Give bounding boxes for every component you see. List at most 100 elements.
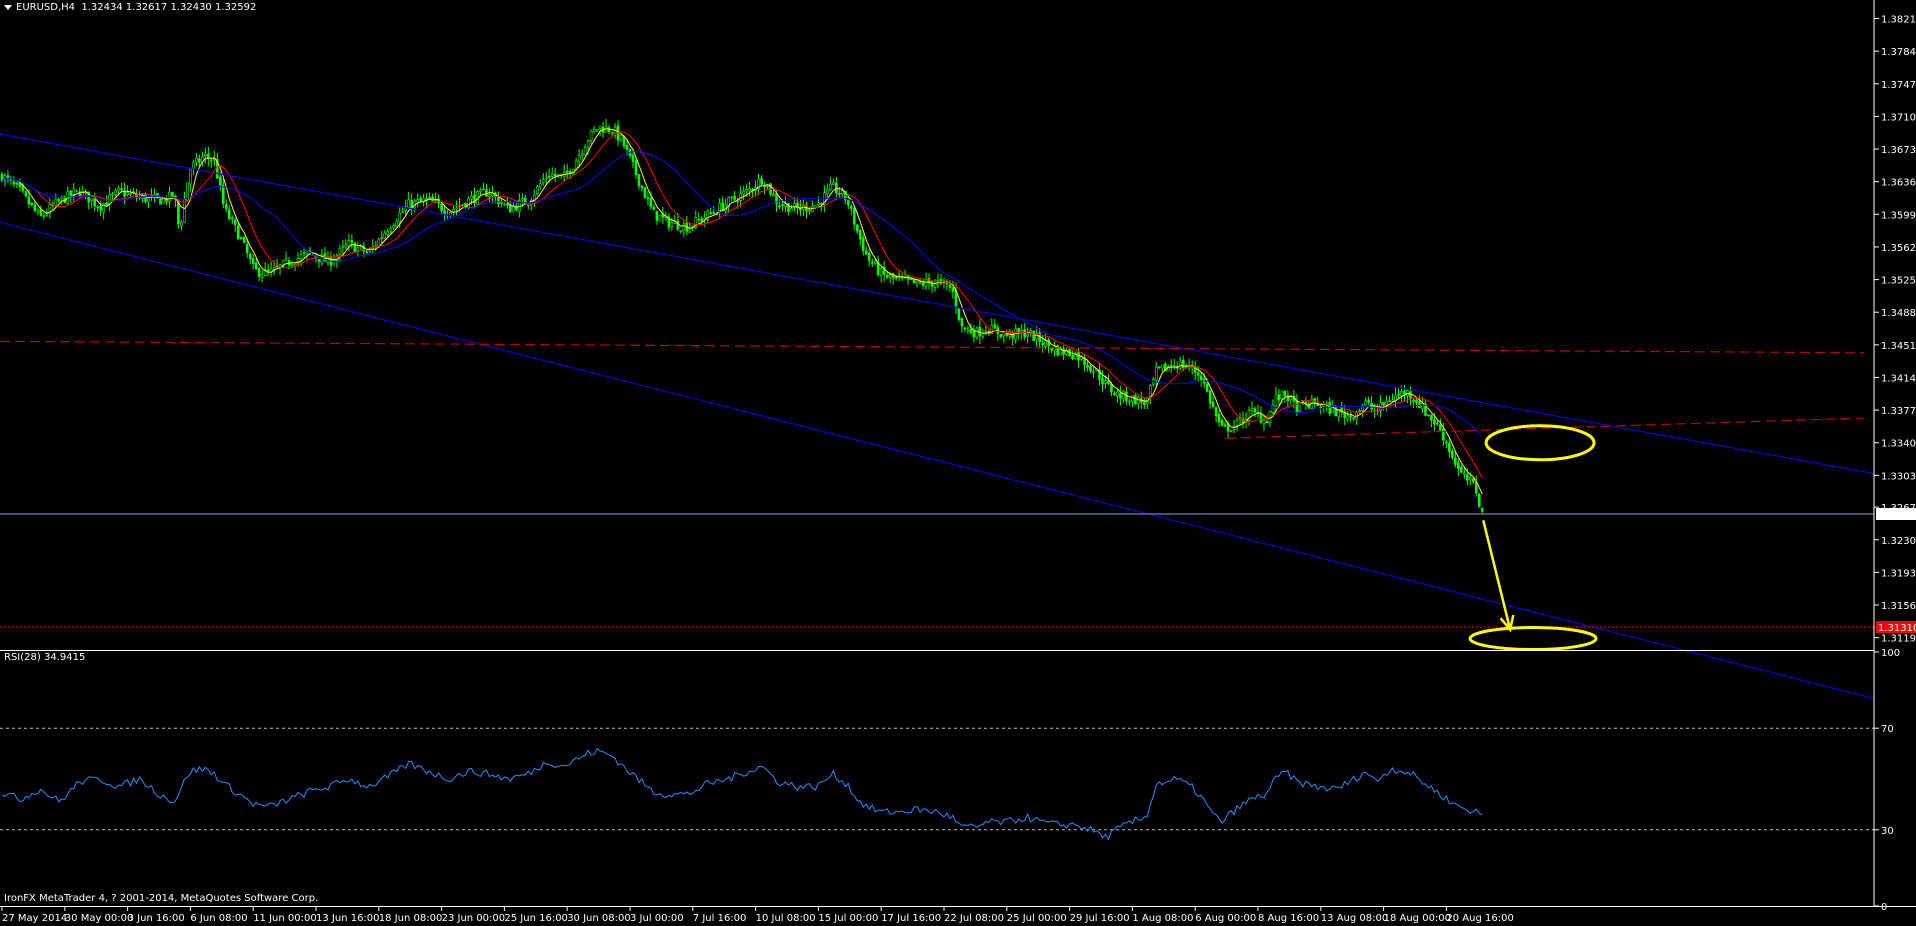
candle-body [640,185,644,188]
candle-body [443,210,446,215]
candle-body [948,284,952,288]
time-tick-label: 25 Jun 16:00 [504,913,568,924]
candle-body [1463,472,1466,475]
candle-body [631,154,635,162]
symbol-label: EURUSD,H4 [16,2,76,13]
candle-body [1427,414,1430,417]
candle-body [586,140,590,148]
candle-body [198,158,201,163]
candle-body [841,190,844,195]
annotation-ellipse[interactable] [1484,424,1596,462]
candle-body [619,135,623,140]
arrow-shaft[interactable] [1482,520,1512,631]
price-panel[interactable] [0,119,1875,700]
candle-body [479,189,482,192]
candle-body [290,264,294,267]
candle-body [1178,361,1182,369]
candle-body [826,188,829,195]
candle-body [347,240,351,247]
price-tick-label: 1.37470 [1881,80,1916,91]
candle-body [512,206,515,212]
candle-body [978,326,982,337]
channel-upper-trendline[interactable] [0,133,1875,475]
candle-body [1471,478,1475,483]
candle-body [855,224,859,232]
candle-body [368,249,372,252]
time-tick-label: 6 Aug 00:00 [1195,913,1256,924]
time-tick-label: 18 Jun 08:00 [379,913,443,924]
candle-body [239,237,243,239]
candle-body [643,187,647,199]
candle-body [57,199,61,201]
candle-body [1442,428,1445,441]
candle-body [852,207,856,225]
axes: 1.38210 1.37840 1.37470 1.37100 1.36730 1.363… [0,0,1916,924]
rising-dashed-line[interactable] [1226,417,1865,439]
candle-body [407,199,410,208]
candle-body [1400,391,1403,396]
candle-body [592,129,596,133]
candle-body [652,207,656,211]
triangle-down-icon[interactable] [4,4,12,10]
price-tick-label: 1.35990 [1881,210,1916,221]
candle-body [105,202,108,206]
candle-body [1382,402,1385,406]
candle-body [1415,399,1418,403]
candle-body [1211,401,1215,408]
candle-body [1358,410,1361,413]
candle-body [580,153,584,156]
candle-body [251,258,255,264]
candle-body [873,261,877,264]
candle-body [1454,457,1457,466]
candle-body [885,275,889,278]
candle-body [192,162,195,169]
candle-body [679,230,683,232]
candle-body [117,187,120,191]
candle-body [721,202,724,211]
candle-body [924,279,928,287]
candle-body [778,205,781,207]
candle-body [1451,450,1454,458]
candle-body [1137,397,1140,404]
candle-body [398,213,402,222]
candle-body [748,188,751,191]
candle-body [1480,507,1484,512]
candle-body [900,277,904,279]
candle-body [1214,407,1218,417]
candle-body [45,213,49,216]
candle-body [538,183,542,188]
chart-canvas[interactable]: 1.38210 1.37840 1.37470 1.37100 1.36730 1.363… [0,0,1916,926]
rsi-panel[interactable] [0,727,1874,841]
candle-body [317,259,321,262]
candle-body [595,129,599,131]
candle-body [1397,393,1400,396]
candle-body [500,201,503,204]
candle-body [709,212,713,214]
rsi-tick-label: 30 [1881,826,1894,837]
time-tick-label: 11 Jun 00:00 [253,913,317,924]
candle-body [419,197,422,202]
target-ellipse[interactable] [1468,626,1598,652]
candle-body [1346,415,1349,420]
candle-body [416,199,419,203]
candle-body [1418,401,1421,408]
candle-body [894,276,898,279]
candle-body [550,173,554,177]
price-tick-label: 1.31560 [1881,601,1916,612]
candle-body [302,252,306,254]
candle-body [1196,372,1200,376]
candle-body [1388,400,1391,403]
resistance-dashed-line[interactable] [0,340,1865,354]
time-tick-label: 29 Jul 16:00 [1070,913,1130,924]
candle-body [1436,422,1439,425]
candle-body [1468,476,1472,480]
candle-body [389,228,393,232]
candle-body [697,218,701,221]
candle-body [888,274,892,278]
candle-body [879,268,883,277]
candle-body [1367,399,1370,403]
price-tick-label: 1.31930 [1881,568,1916,579]
time-tick-label: 13 Jun 16:00 [316,913,380,924]
candle-body [861,237,865,252]
candle-body [1457,462,1460,469]
